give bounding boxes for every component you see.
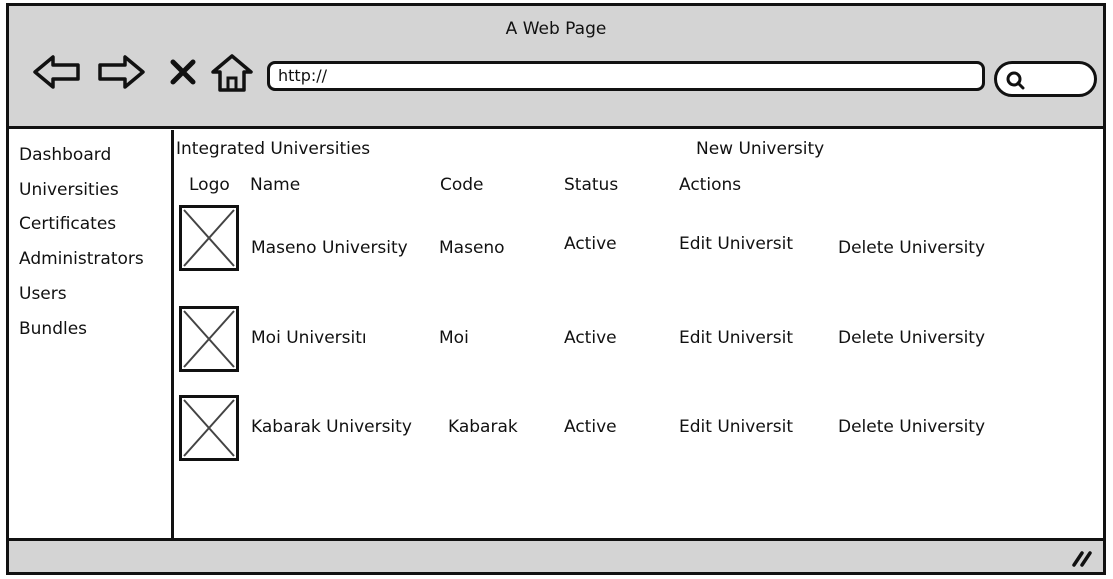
resize-grip-icon[interactable] <box>1071 549 1093 567</box>
window-title: A Web Page <box>505 19 607 39</box>
image-placeholder-icon <box>183 399 235 457</box>
sidebar-item-universities[interactable]: Universities <box>19 180 119 200</box>
new-university-link[interactable]: New University <box>696 139 824 159</box>
sidebar-item-bundles[interactable]: Bundles <box>19 319 87 339</box>
university-code: Kabarak <box>448 417 518 437</box>
sidebar: Dashboard Universities Certificates Admi… <box>9 130 174 538</box>
main-content: Integrated Universities New University L… <box>174 130 1103 538</box>
delete-university-link[interactable]: Delete University <box>838 328 985 348</box>
university-logo-placeholder <box>179 205 239 271</box>
university-status: Active <box>564 328 617 348</box>
browser-window: A Web Page http:// Dashboard Universitie… <box>6 3 1106 575</box>
university-code: Moi <box>439 328 469 348</box>
university-name: Maseno University <box>251 238 408 258</box>
sidebar-item-users[interactable]: Users <box>19 284 67 304</box>
home-icon[interactable] <box>209 52 255 94</box>
university-logo-placeholder <box>179 395 239 461</box>
edit-university-link[interactable]: Edit Universit <box>679 328 793 348</box>
back-arrow-icon[interactable] <box>31 52 83 92</box>
forward-arrow-icon[interactable] <box>95 52 147 92</box>
university-name: Kabarak University <box>251 417 412 437</box>
delete-university-link[interactable]: Delete University <box>838 417 985 437</box>
university-status: Active <box>564 234 617 254</box>
sidebar-item-certificates[interactable]: Certificates <box>19 214 116 234</box>
column-header-code: Code <box>440 175 484 195</box>
sidebar-item-dashboard[interactable]: Dashboard <box>19 145 111 165</box>
column-header-name: Name <box>250 175 301 195</box>
edit-university-link[interactable]: Edit Universit <box>679 417 793 437</box>
image-placeholder-icon <box>183 310 235 368</box>
browser-chrome: A Web Page http:// <box>9 6 1103 129</box>
close-x-icon[interactable] <box>169 58 197 86</box>
delete-university-link[interactable]: Delete University <box>838 238 985 258</box>
status-bar <box>9 538 1103 572</box>
university-logo-placeholder <box>179 306 239 372</box>
image-placeholder-icon <box>183 209 235 267</box>
university-code: Maseno <box>439 238 505 258</box>
edit-university-link[interactable]: Edit Universit <box>679 234 793 254</box>
column-header-actions: Actions <box>679 175 742 195</box>
search-icon <box>1006 71 1025 90</box>
university-name: Moi Universitı <box>251 328 367 348</box>
sidebar-item-administrators[interactable]: Administrators <box>19 249 144 269</box>
page-title: Integrated Universities <box>176 139 371 159</box>
university-status: Active <box>564 417 617 437</box>
column-header-logo: Logo <box>189 175 230 195</box>
search-box[interactable] <box>994 61 1097 97</box>
column-header-status: Status <box>564 175 619 195</box>
address-bar[interactable]: http:// <box>267 61 985 91</box>
